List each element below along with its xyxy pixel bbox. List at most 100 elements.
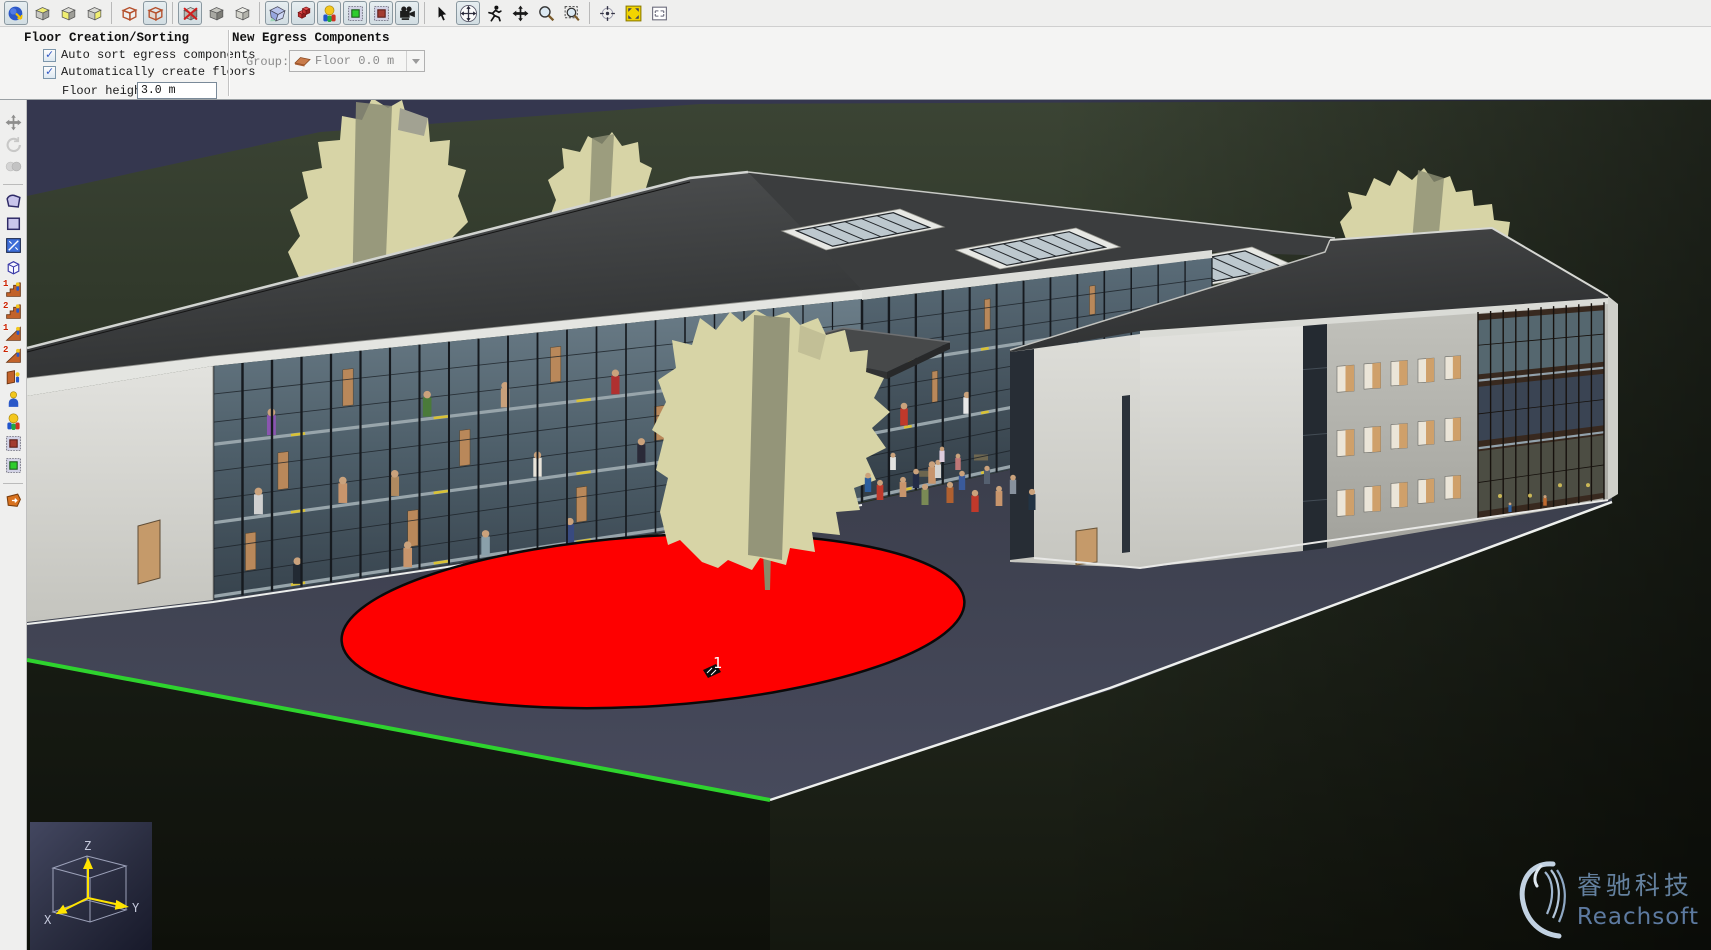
camera-icon [398, 4, 417, 23]
add-door-with-occupant-button[interactable] [1, 367, 25, 388]
door-person-icon [4, 368, 23, 387]
new-egress-title: New Egress Components [232, 31, 390, 45]
cube-wire-icon [120, 4, 139, 23]
occupant-icon [4, 390, 23, 409]
add-thin-wall-button[interactable] [1, 235, 25, 256]
floor-slab-icon [294, 55, 311, 67]
auto-create-floors-label: Automatically create floors [61, 65, 255, 79]
floor-creation-title: Floor Creation/Sorting [24, 31, 189, 45]
add-polygon-room-button[interactable] [1, 191, 25, 212]
dropdown-arrow-zone[interactable] [406, 51, 424, 71]
tool-options-panel: Floor Creation/Sorting Auto sort egress … [0, 27, 1711, 100]
axis-x-label: X [44, 913, 52, 927]
add-exit-door-button[interactable] [1, 433, 25, 454]
reachsoft-logo: 睿驰科技 Reachsoft [1515, 856, 1699, 940]
move-objects-tool-button [1, 112, 25, 133]
show-obstructions-button[interactable] [291, 1, 315, 25]
view-top-button[interactable] [30, 1, 54, 25]
show-interior-doors-button[interactable] [343, 1, 367, 25]
add-stairs-two-floor-button[interactable]: 2 [1, 301, 25, 322]
add-rectangle-room-button[interactable] [1, 213, 25, 234]
door-red-icon [4, 434, 23, 453]
icon-number-badge: 2 [3, 345, 8, 355]
orbit-camera-tool-button[interactable] [456, 1, 480, 25]
group-label: Group: [246, 55, 289, 69]
zoom-tool-button[interactable] [534, 1, 558, 25]
show-objects-light-button[interactable] [230, 1, 254, 25]
left-wing-end-wall [27, 366, 213, 622]
zoom-icon [537, 4, 556, 23]
axis-y-label: Y [132, 901, 140, 915]
application-window: Floor Creation/Sorting Auto sort egress … [0, 0, 1711, 950]
show-floors-button[interactable] [265, 1, 289, 25]
add-ramp-one-floor-button[interactable]: 1 [1, 323, 25, 344]
show-cameras-button[interactable] [395, 1, 419, 25]
exit-poly-icon [4, 491, 23, 510]
fit-yellow-icon [624, 4, 643, 23]
cube-light-icon [233, 4, 252, 23]
add-interior-door-button[interactable] [1, 455, 25, 476]
auto-sort-label: Auto sort egress components [61, 48, 255, 62]
add-ramp-two-floor-button[interactable]: 2 [1, 345, 25, 366]
cursor-icon [433, 4, 452, 23]
add-stairs-one-floor-button[interactable]: 1 [1, 279, 25, 300]
pan-icon [511, 4, 530, 23]
show-exit-doors-button[interactable] [369, 1, 393, 25]
panel-divider [228, 30, 230, 96]
spheres-icon [4, 157, 23, 176]
toolbar-separator [259, 2, 260, 24]
scene-render[interactable]: 1 [27, 100, 1711, 950]
walk-through-tool-button[interactable] [482, 1, 506, 25]
fit-white-icon [650, 4, 669, 23]
right-wing-west-glass [1010, 349, 1034, 560]
add-occupant-group-button[interactable] [1, 411, 25, 432]
add-exit-area-button[interactable] [1, 490, 25, 511]
view-side-button[interactable] [82, 1, 106, 25]
show-objects-dark-button[interactable] [204, 1, 228, 25]
egress-group-dropdown[interactable]: Floor 0.0 m [289, 50, 425, 72]
box3d-icon [4, 258, 23, 277]
rotate-icon [4, 135, 23, 154]
auto-sort-checkbox-row[interactable]: Auto sort egress components [43, 48, 255, 62]
chevron-down-icon [412, 59, 420, 64]
room-poly-icon [4, 192, 23, 211]
icon-number-badge: 2 [3, 301, 8, 311]
scale-objects-tool-button [1, 156, 25, 177]
select-object-tool-button[interactable] [4, 1, 28, 25]
axis-z-label: Z [84, 839, 91, 853]
people-icon [320, 4, 339, 23]
auto-create-floors-checkbox-row[interactable]: Automatically create floors [43, 65, 255, 79]
auto-sort-checkbox[interactable] [43, 49, 56, 62]
sphere-icon [7, 4, 26, 23]
marker-label: 1 [713, 654, 722, 672]
view-front-button[interactable] [56, 1, 80, 25]
reset-camera-button[interactable] [595, 1, 619, 25]
auto-create-floors-checkbox[interactable] [43, 66, 56, 79]
egress-group-value: Floor 0.0 m [315, 54, 402, 68]
solid-render-mode-button[interactable] [143, 1, 167, 25]
drawing-toolbar: 1212 [0, 100, 27, 950]
logo-latin-text: Reachsoft [1577, 904, 1699, 930]
logo-chinese-text: 睿驰科技 [1577, 866, 1699, 902]
right-wing-east-edge [1608, 296, 1618, 500]
toolbar-separator [424, 2, 425, 24]
floor-height-input[interactable] [137, 82, 217, 99]
toolbar-separator [589, 2, 590, 24]
hide-objects-button[interactable] [178, 1, 202, 25]
add-occupant-button[interactable] [1, 389, 25, 410]
zoom-box-tool-button[interactable] [560, 1, 584, 25]
pan-camera-tool-button[interactable] [508, 1, 532, 25]
zoom-to-fit-button[interactable] [621, 1, 645, 25]
3d-viewport[interactable]: 1 [27, 100, 1711, 950]
select-tool-button[interactable] [430, 1, 454, 25]
zoom-to-selection-button[interactable] [647, 1, 671, 25]
wireframe-render-mode-button[interactable] [117, 1, 141, 25]
toolbar-separator [172, 2, 173, 24]
show-occupants-button[interactable] [317, 1, 341, 25]
cube-side-icon [85, 4, 104, 23]
bricks-icon [294, 4, 313, 23]
runner-icon [485, 4, 504, 23]
add-obstruction-button[interactable] [1, 257, 25, 278]
door-green-icon [346, 4, 365, 23]
room-rect-icon [4, 214, 23, 233]
